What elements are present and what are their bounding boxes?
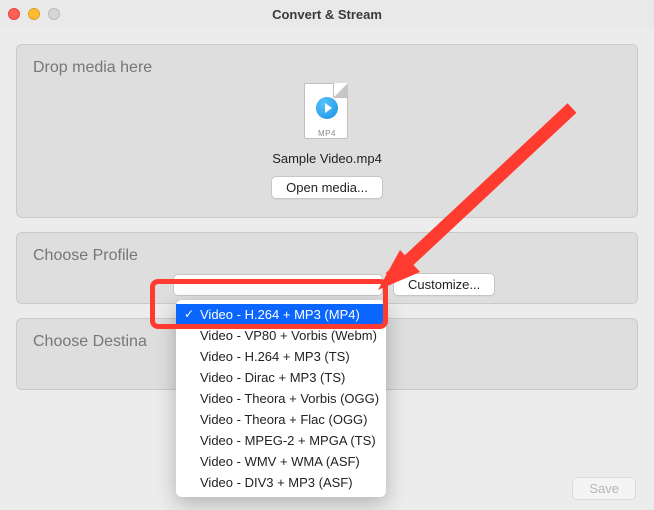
profile-option[interactable]: Video - H.264 + MP3 (MP4): [176, 304, 386, 325]
choose-profile-heading: Choose Profile: [33, 247, 621, 265]
profile-select[interactable]: [173, 274, 383, 296]
profile-row: Customize...: [33, 273, 621, 296]
profile-option[interactable]: Video - VP80 + Vorbis (Webm): [176, 325, 386, 346]
save-button[interactable]: Save: [572, 477, 636, 500]
profile-dropdown-menu[interactable]: Video - H.264 + MP3 (MP4)Video - VP80 + …: [176, 300, 386, 497]
choose-profile-panel: Choose Profile Customize...: [16, 232, 638, 304]
profile-option[interactable]: Video - Theora + Vorbis (OGG): [176, 388, 386, 409]
zoom-window-button: [48, 8, 60, 20]
profile-option[interactable]: Video - Dirac + MP3 (TS): [176, 367, 386, 388]
profile-option[interactable]: Video - MPEG-2 + MPGA (TS): [176, 430, 386, 451]
footer-row: Save: [572, 477, 636, 500]
play-icon: [316, 97, 338, 119]
drop-area[interactable]: MP4 Sample Video.mp4 Open media...: [33, 77, 621, 199]
titlebar: Convert & Stream: [0, 0, 654, 28]
close-window-button[interactable]: [8, 8, 20, 20]
drop-media-heading: Drop media here: [33, 59, 621, 77]
file-ext-badge: MP4: [304, 129, 350, 138]
minimize-window-button[interactable]: [28, 8, 40, 20]
media-file-icon: MP4: [304, 83, 350, 141]
profile-option[interactable]: Video - H.264 + MP3 (TS): [176, 346, 386, 367]
profile-option[interactable]: Video - DIV3 + MP3 (ASF): [176, 472, 386, 493]
open-media-button[interactable]: Open media...: [271, 176, 383, 199]
traffic-lights: [8, 8, 60, 20]
file-name-label: Sample Video.mp4: [272, 151, 382, 166]
customize-button[interactable]: Customize...: [393, 273, 495, 296]
window-title: Convert & Stream: [0, 7, 654, 22]
drop-media-panel: Drop media here MP4 Sample Video.mp4 Ope…: [16, 44, 638, 218]
profile-option[interactable]: Video - WMV + WMA (ASF): [176, 451, 386, 472]
profile-option[interactable]: Video - Theora + Flac (OGG): [176, 409, 386, 430]
